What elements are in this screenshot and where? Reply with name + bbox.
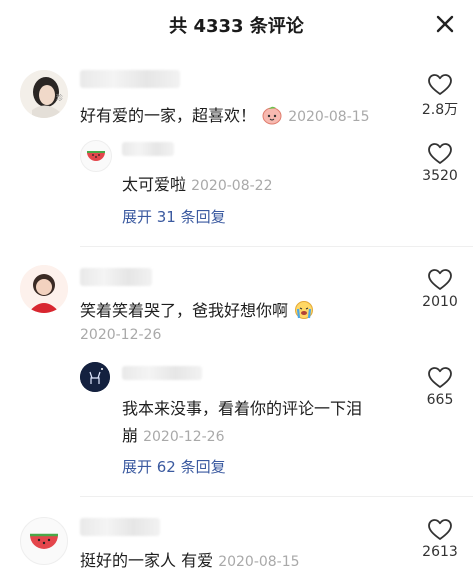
avatar[interactable] — [20, 265, 68, 313]
reply-body-end: 崩 — [122, 426, 139, 445]
username-blurred[interactable] — [80, 518, 160, 536]
close-icon — [436, 15, 454, 33]
crying-emoji-icon — [293, 300, 315, 324]
comments-title: 共 4333 条评论 — [169, 16, 304, 37]
watermelon-avatar-icon — [30, 533, 58, 549]
like-count: 2010 — [422, 294, 458, 310]
reply-username-blurred[interactable] — [122, 366, 202, 380]
peach-emoji-icon — [261, 105, 283, 129]
divider — [80, 496, 473, 497]
heart-icon — [428, 143, 452, 164]
like-count: 2.8万 — [421, 102, 459, 118]
comment-date: 2020-08-15 — [288, 109, 370, 125]
username-blurred[interactable] — [80, 268, 152, 286]
reply-text-line1: 我本来没事，看着你的评论一下泪 — [122, 399, 363, 418]
comment-text: 挺好的一家人 有爱 2020-08-15 — [80, 547, 300, 571]
avatar[interactable]: 珍 — [20, 70, 68, 118]
reply-avatar[interactable] — [80, 362, 110, 392]
avatar[interactable] — [20, 517, 68, 565]
close-button[interactable] — [431, 10, 459, 38]
reply-date: 2020-12-26 — [143, 429, 225, 445]
reply-like-button[interactable]: 665 — [410, 366, 470, 408]
like-count: 2613 — [422, 544, 458, 560]
watermelon-avatar-icon — [87, 151, 105, 161]
reply-username-blurred[interactable] — [122, 142, 174, 156]
reply-text-line2: 崩 2020-12-26 — [122, 422, 224, 446]
comment-date: 2020-12-26 — [80, 327, 162, 343]
svg-text:珍: 珍 — [56, 93, 63, 102]
reply-like-button[interactable]: 3520 — [410, 142, 470, 184]
reply-text: 太可爱啦 2020-08-22 — [122, 171, 272, 195]
reply-date: 2020-08-22 — [191, 178, 273, 194]
comment-body: 笑着笑着哭了，爸我好想你啊 — [80, 301, 289, 320]
heart-icon — [428, 269, 452, 290]
reply-avatar[interactable] — [80, 140, 112, 172]
comment-body: 好有爱的一家，超喜欢！ — [80, 106, 257, 125]
heart-icon — [428, 74, 452, 95]
comment-text: 好有爱的一家，超喜欢！ 2020-08-15 — [80, 102, 370, 129]
deer-avatar-icon — [80, 362, 110, 392]
like-button[interactable]: 2.8万 — [410, 73, 470, 119]
divider — [80, 246, 473, 247]
expand-replies-link[interactable]: 展开 31 条回复 — [122, 206, 226, 227]
heart-icon — [428, 367, 452, 388]
comment-date: 2020-08-15 — [218, 554, 300, 570]
heart-icon — [428, 519, 452, 540]
expand-replies-link[interactable]: 展开 62 条回复 — [122, 456, 226, 477]
comment-text: 笑着笑着哭了，爸我好想你啊 — [80, 297, 315, 324]
comments-header: 共 4333 条评论 — [0, 0, 473, 50]
comment-body: 挺好的一家人 有爱 — [80, 551, 214, 570]
reply-body: 太可爱啦 — [122, 175, 187, 194]
like-button[interactable]: 2010 — [410, 268, 470, 310]
like-count: 3520 — [422, 168, 458, 184]
like-count: 665 — [426, 392, 454, 408]
username-blurred[interactable] — [80, 70, 180, 88]
like-button[interactable]: 2613 — [410, 518, 470, 560]
